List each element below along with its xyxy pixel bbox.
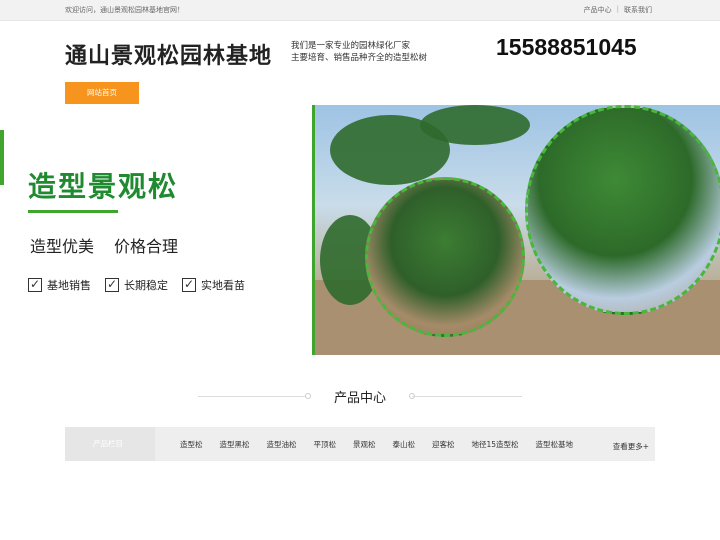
banner-text-panel: 造型景观松 造型优美 价格合理 ✓ 基地销售 ✓ 长期稳定 ✓ 实地看苗 xyxy=(0,105,315,355)
slogan-line-1: 我们是一家专业的园林绿化厂家 xyxy=(291,41,411,51)
top-link-separator: | xyxy=(616,5,619,13)
category-link[interactable]: 平顶松 xyxy=(314,439,337,450)
feature-item: ✓ 实地看苗 xyxy=(182,277,245,293)
category-bar: 产品栏目 造型松 造型黑松 造型油松 平顶松 景观松 泰山松 迎客松 地径15造… xyxy=(65,427,655,461)
category-label: 产品栏目 xyxy=(65,427,155,461)
category-link[interactable]: 泰山松 xyxy=(393,439,416,450)
top-link-products[interactable]: 产品中心 xyxy=(584,5,612,15)
checkbox-icon: ✓ xyxy=(28,277,42,292)
banner-accent-bar xyxy=(0,130,4,185)
feature-label: 长期稳定 xyxy=(124,279,168,292)
top-link-contact[interactable]: 联系我们 xyxy=(624,5,652,15)
view-more-link[interactable]: 查看更多+ xyxy=(613,441,649,452)
banner-headline: 造型景观松 xyxy=(28,170,179,203)
site-title[interactable]: 通山景观松园林基地 xyxy=(65,38,272,70)
banner-sub-2: 价格合理 xyxy=(114,237,179,256)
category-link[interactable]: 造型松 xyxy=(180,439,203,450)
pine-foliage-decoration xyxy=(420,105,530,145)
category-link[interactable]: 造型松基地 xyxy=(536,439,574,450)
category-link[interactable]: 造型黑松 xyxy=(220,439,250,450)
top-links: 产品中心 | 联系我们 xyxy=(584,5,652,15)
banner-headline-underline xyxy=(28,210,118,213)
site-slogan: 我们是一家专业的园林绿化厂家 主要培育、销售品种齐全的造型松树 xyxy=(291,40,427,64)
category-link[interactable]: 地径15造型松 xyxy=(472,439,519,450)
checkbox-icon: ✓ xyxy=(182,277,196,292)
slogan-line-2: 主要培育、销售品种齐全的造型松树 xyxy=(291,53,428,63)
nav-home-button[interactable]: 网站首页 xyxy=(65,82,139,104)
feature-item: ✓ 长期稳定 xyxy=(105,277,168,293)
feature-item: ✓ 基地销售 xyxy=(28,277,91,293)
banner-subtitle: 造型优美 价格合理 xyxy=(30,233,178,257)
section-title: 产品中心 xyxy=(333,391,386,406)
category-link[interactable]: 造型油松 xyxy=(267,439,297,450)
category-link[interactable]: 迎客松 xyxy=(432,439,455,450)
banner-sub-1: 造型优美 xyxy=(30,237,95,256)
phone-number: 15588851045 xyxy=(496,34,637,60)
feature-label: 实地看苗 xyxy=(201,279,245,292)
checkbox-icon: ✓ xyxy=(105,277,119,292)
top-bar: 欢迎访问，通山景观松园林基地官网！ 产品中心 | 联系我们 xyxy=(0,0,720,21)
category-link[interactable]: 景观松 xyxy=(353,439,376,450)
banner-features: ✓ 基地销售 ✓ 长期稳定 ✓ 实地看苗 xyxy=(28,277,245,293)
pine-photo-circle-large xyxy=(525,105,720,315)
pine-photo-circle-small xyxy=(365,177,525,337)
category-list: 造型松 造型黑松 造型油松 平顶松 景观松 泰山松 迎客松 地径15造型松 造型… xyxy=(180,427,590,461)
feature-label: 基地销售 xyxy=(47,279,91,292)
welcome-text: 欢迎访问，通山景观松园林基地官网！ xyxy=(65,6,184,14)
section-divider-right xyxy=(412,396,522,397)
hero-banner[interactable]: 造型景观松 造型优美 价格合理 ✓ 基地销售 ✓ 长期稳定 ✓ 实地看苗 xyxy=(0,105,720,355)
